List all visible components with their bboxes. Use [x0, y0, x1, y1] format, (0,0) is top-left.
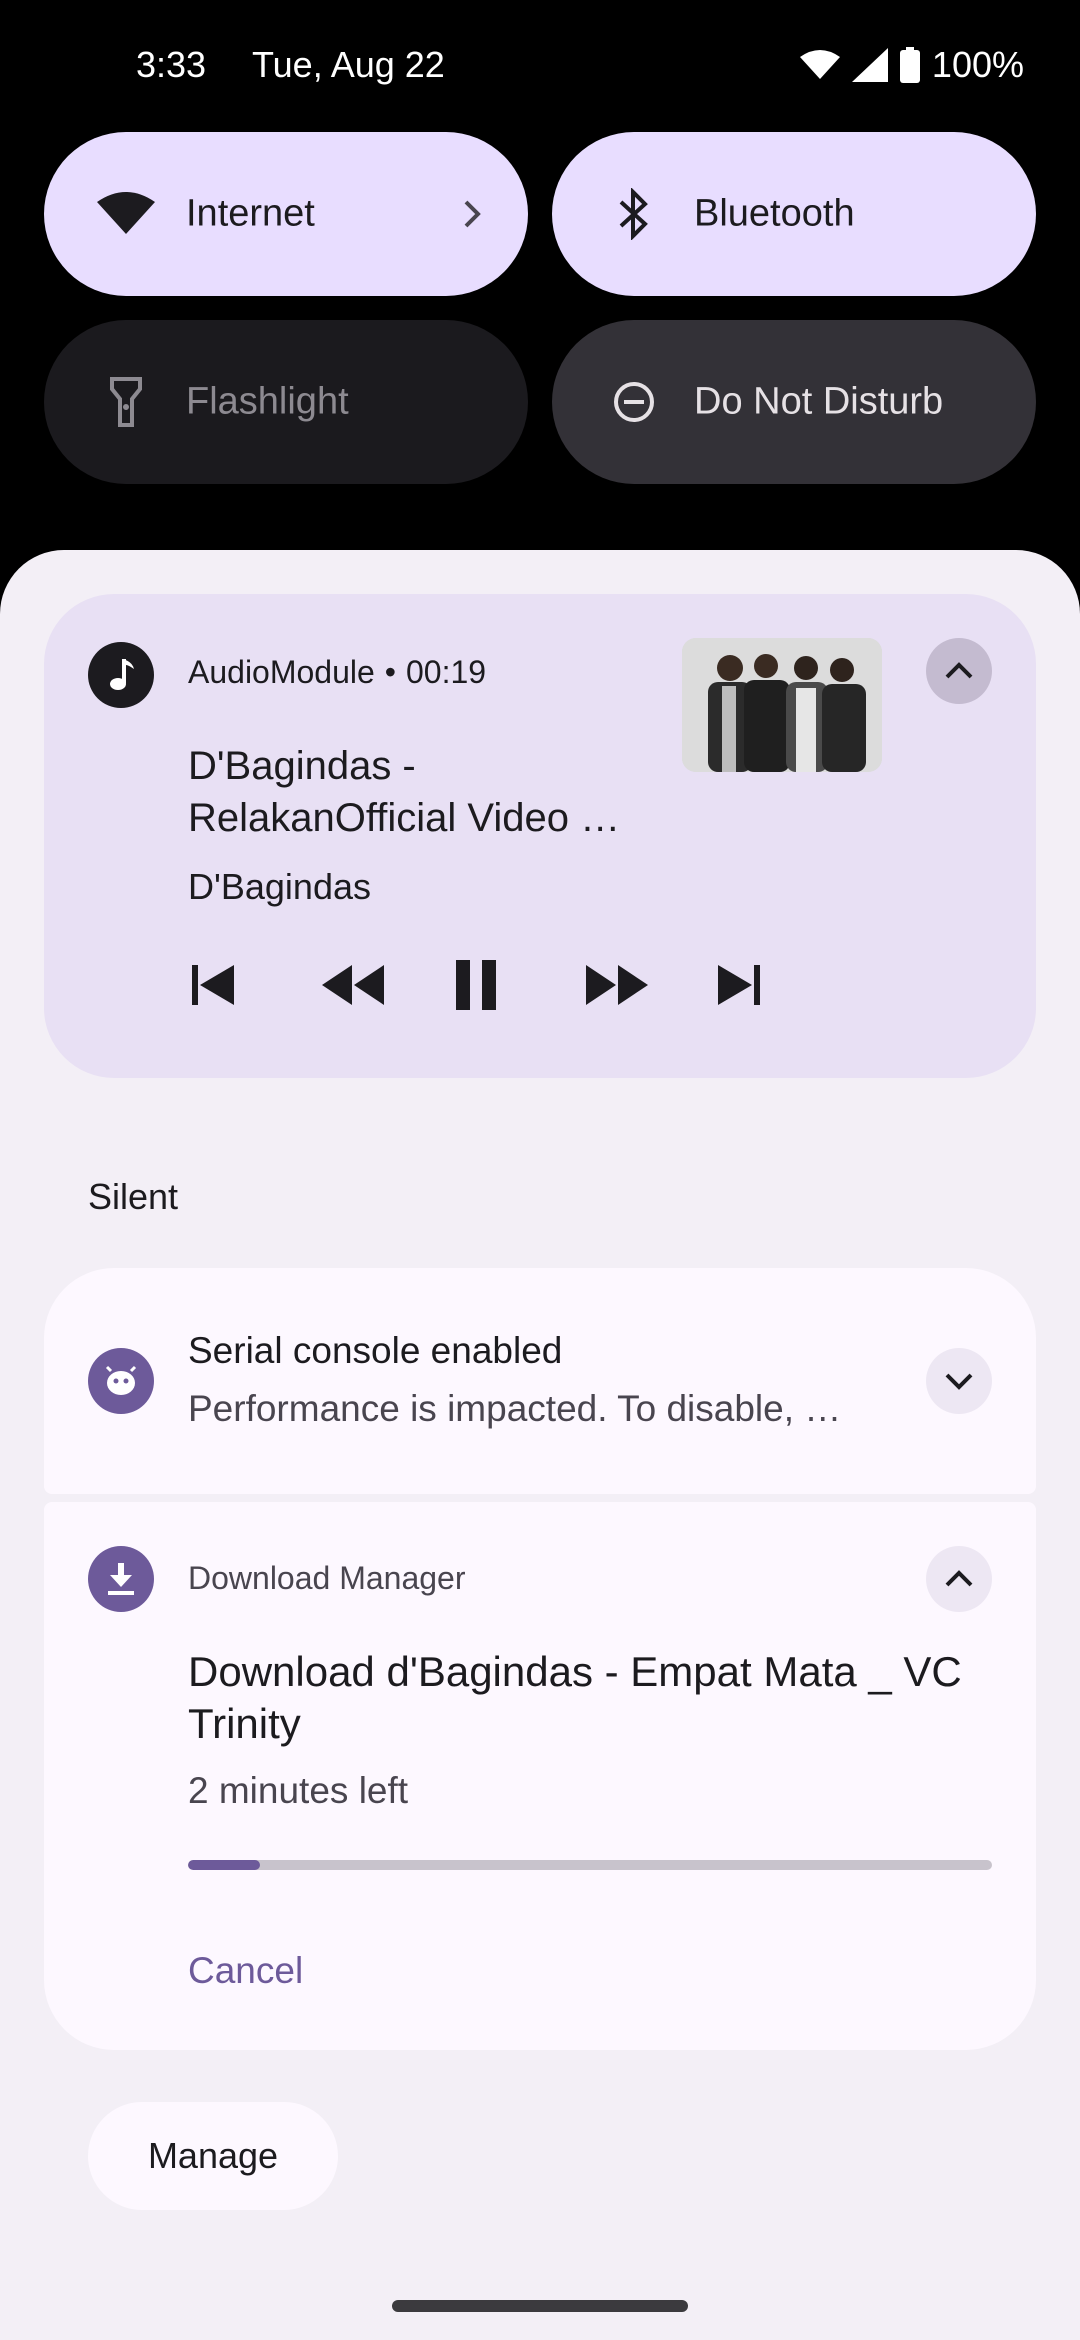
bluetooth-tile-label: Bluetooth — [694, 192, 855, 235]
media-title: D'Bagindas - RelakanOfficial Video … — [188, 744, 621, 840]
media-header: AudioModule • 00:19 — [188, 654, 486, 691]
pause-icon — [456, 960, 496, 1010]
do-not-disturb-icon — [602, 370, 666, 434]
battery-percent: 100% — [931, 44, 1024, 85]
rewind-button[interactable] — [320, 948, 452, 1022]
chevron-right-icon — [452, 194, 492, 234]
bug-icon — [88, 1348, 154, 1414]
download-icon — [88, 1546, 154, 1612]
download-time-left: 2 minutes left — [188, 1770, 409, 1811]
download-notification[interactable]: Download Manager Download d'Bagindas - E… — [44, 1502, 1036, 2050]
cell-signal-icon — [851, 48, 888, 82]
media-header-separator: • — [384, 654, 396, 690]
bluetooth-tile[interactable]: Bluetooth — [552, 132, 1036, 296]
silent-section-label: Silent — [88, 1176, 179, 1217]
skip-previous-button[interactable] — [188, 948, 320, 1022]
skip-next-icon — [718, 965, 760, 1005]
media-artist: D'Bagindas — [188, 866, 371, 907]
media-player-card[interactable]: AudioModule • 00:19 D'Bagindas - Relakan… — [44, 594, 1036, 1078]
status-date: Tue, Aug 22 — [252, 44, 445, 85]
status-icons: 100% — [799, 44, 1024, 86]
do-not-disturb-tile-label: Do Not Disturb — [694, 380, 944, 423]
chevron-up-icon — [945, 1570, 973, 1587]
download-collapse-button[interactable] — [926, 1546, 992, 1612]
fast-forward-icon — [586, 965, 648, 1005]
skip-next-button[interactable] — [716, 948, 848, 1022]
chevron-up-icon — [945, 662, 973, 679]
battery-icon — [899, 47, 920, 83]
fast-forward-button[interactable] — [584, 948, 716, 1022]
wifi-icon — [799, 49, 840, 81]
download-cancel-button[interactable]: Cancel — [188, 1950, 303, 1992]
skip-previous-icon — [192, 965, 234, 1005]
media-elapsed: 00:19 — [406, 654, 487, 690]
download-title: Download d'Bagindas - Empat Mata _ VC Tr… — [188, 1648, 962, 1747]
flashlight-tile[interactable]: Flashlight — [44, 320, 528, 484]
media-app-name: AudioModule — [188, 654, 375, 690]
flashlight-icon — [94, 370, 158, 434]
status-bar: 3:33 Tue, Aug 22 100% — [0, 0, 1080, 130]
bluetooth-icon — [602, 182, 666, 246]
media-controls — [188, 948, 848, 1022]
serial-console-notification[interactable]: Serial console enabled Performance is im… — [44, 1268, 1036, 1494]
download-progress-fill — [188, 1860, 261, 1870]
music-note-icon — [88, 642, 154, 708]
do-not-disturb-tile[interactable]: Do Not Disturb — [552, 320, 1036, 484]
media-collapse-button[interactable] — [926, 638, 992, 704]
wifi-icon — [94, 182, 158, 246]
serial-console-text: Performance is impacted. To disable, … — [188, 1388, 842, 1429]
internet-tile-label: Internet — [186, 192, 315, 235]
manage-notifications-button[interactable]: Manage — [88, 2102, 338, 2210]
rewind-icon — [322, 965, 384, 1005]
chevron-down-icon — [945, 1373, 973, 1390]
internet-tile[interactable]: Internet — [44, 132, 528, 296]
serial-console-title: Serial console enabled — [188, 1330, 563, 1371]
status-time: 3:33 — [136, 44, 207, 85]
flashlight-tile-label: Flashlight — [186, 380, 349, 423]
album-art — [682, 638, 882, 772]
download-progress-bar — [188, 1860, 992, 1870]
download-app-name: Download Manager — [188, 1560, 466, 1596]
home-gesture-bar[interactable] — [392, 2300, 688, 2312]
pause-button[interactable] — [452, 948, 584, 1022]
serial-console-expand-button[interactable] — [926, 1348, 992, 1414]
